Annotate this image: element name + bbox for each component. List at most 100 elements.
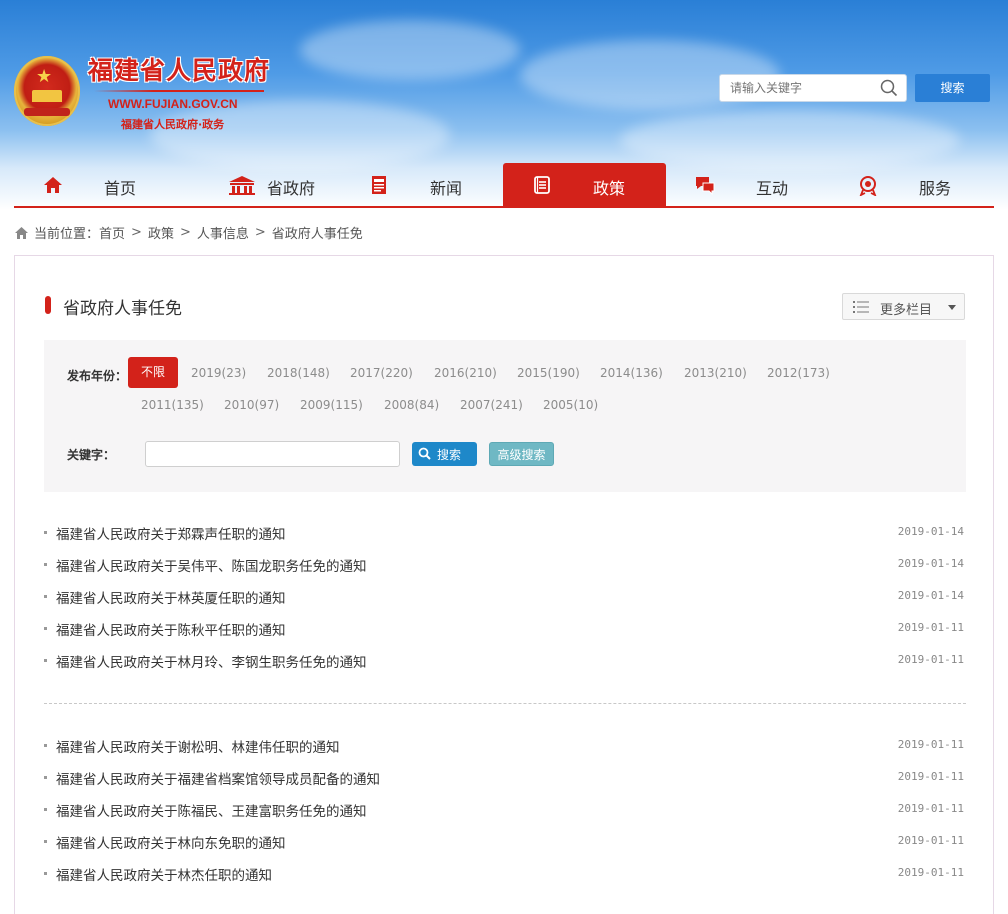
article-date: 2019-01-11 bbox=[897, 770, 964, 783]
year-chip-2018[interactable]: 2018(148) bbox=[267, 366, 330, 380]
year-chip-2007[interactable]: 2007(241) bbox=[460, 398, 523, 412]
article-title[interactable]: 福建省人民政府关于吴伟平、陈国龙职务任免的通知 bbox=[56, 555, 367, 575]
breadcrumb-separator: > bbox=[254, 225, 266, 240]
bullet-icon bbox=[44, 595, 47, 598]
year-chip-2010[interactable]: 2010(97) bbox=[224, 398, 279, 412]
breadcrumb-separator: > bbox=[179, 225, 191, 240]
year-chip-2014[interactable]: 2014(136) bbox=[600, 366, 663, 380]
year-chip-2013[interactable]: 2013(210) bbox=[684, 366, 747, 380]
list-item[interactable]: 福建省人民政府关于林英厦任职的通知 2019-01-14 bbox=[44, 581, 966, 613]
breadcrumb-prefix: 当前位置： bbox=[34, 227, 100, 242]
year-chip-2011[interactable]: 2011(135) bbox=[141, 398, 204, 412]
nav-label: 新闻 bbox=[430, 179, 463, 198]
search-icon[interactable] bbox=[880, 79, 898, 97]
year-chip-2017[interactable]: 2017(220) bbox=[350, 366, 413, 380]
article-date: 2019-01-11 bbox=[897, 653, 964, 666]
article-date: 2019-01-14 bbox=[897, 525, 964, 538]
site-search-button[interactable]: 搜索 bbox=[915, 74, 990, 102]
national-emblem-icon[interactable]: ★ bbox=[14, 56, 80, 126]
article-title[interactable]: 福建省人民政府关于林英厦任职的通知 bbox=[56, 587, 286, 607]
breadcrumb: 当前位置： 首页 > 政策 > 人事信息 > 省政府人事任免 bbox=[14, 223, 363, 242]
section-title: 省政府人事任免 bbox=[63, 299, 182, 319]
document-icon bbox=[534, 176, 550, 194]
article-title[interactable]: 福建省人民政府关于林向东免职的通知 bbox=[56, 832, 286, 852]
nav-label: 互动 bbox=[756, 179, 789, 198]
list-item[interactable]: 福建省人民政府关于福建省档案馆领导成员配备的通知 2019-01-11 bbox=[44, 762, 966, 794]
chevron-down-icon bbox=[948, 305, 956, 310]
list-item[interactable]: 福建省人民政府关于谢松明、林建伟任职的通知 2019-01-11 bbox=[44, 730, 966, 762]
article-title[interactable]: 福建省人民政府关于谢松明、林建伟任职的通知 bbox=[56, 736, 340, 756]
article-title[interactable]: 福建省人民政府关于林杰任职的通知 bbox=[56, 864, 272, 884]
site-search-input[interactable] bbox=[720, 75, 878, 101]
site-search-box bbox=[719, 74, 907, 102]
advanced-search-button[interactable]: 高级搜索 bbox=[489, 442, 554, 466]
filter-box: 发布年份： 不限 2019(23) 2018(148) 2017(220) 20… bbox=[44, 340, 966, 492]
bullet-icon bbox=[44, 808, 47, 811]
bullet-icon bbox=[44, 627, 47, 630]
article-title[interactable]: 福建省人民政府关于郑霖声任职的通知 bbox=[56, 523, 286, 543]
home-icon bbox=[15, 226, 28, 239]
bullet-icon bbox=[44, 872, 47, 875]
article-title[interactable]: 福建省人民政府关于林月玲、李钢生职务任免的通知 bbox=[56, 651, 367, 671]
bullet-icon bbox=[44, 776, 47, 779]
article-date: 2019-01-11 bbox=[897, 834, 964, 847]
article-title[interactable]: 福建省人民政府关于福建省档案馆领导成员配备的通知 bbox=[56, 768, 380, 788]
breadcrumb-item-personnel[interactable]: 人事信息 bbox=[197, 223, 249, 242]
article-title[interactable]: 福建省人民政府关于陈福民、王建富职务任免的通知 bbox=[56, 800, 367, 820]
more-columns-dropdown[interactable]: 更多栏目 bbox=[842, 293, 965, 320]
year-chip-all[interactable]: 不限 bbox=[128, 357, 178, 388]
nav-label: 政策 bbox=[593, 179, 626, 198]
home-icon bbox=[44, 177, 62, 193]
nav-label: 省政府 bbox=[267, 179, 316, 198]
section-marker bbox=[45, 296, 51, 314]
keyword-input[interactable] bbox=[145, 441, 400, 467]
list-item[interactable]: 福建省人民政府关于郑霖声任职的通知 2019-01-14 bbox=[44, 517, 966, 549]
list-item[interactable]: 福建省人民政府关于陈福民、王建富职务任免的通知 2019-01-11 bbox=[44, 794, 966, 826]
year-chip-2012[interactable]: 2012(173) bbox=[767, 366, 830, 380]
chat-bubbles-icon bbox=[696, 177, 715, 196]
year-chip-2005[interactable]: 2005(10) bbox=[543, 398, 598, 412]
year-chip-2008[interactable]: 2008(84) bbox=[384, 398, 439, 412]
breadcrumb-item-home[interactable]: 首页 bbox=[99, 223, 125, 242]
site-title[interactable]: 福建省人民政府 bbox=[88, 51, 270, 87]
nav-item-interaction[interactable]: 互动 bbox=[666, 163, 829, 207]
nav-item-policy[interactable]: 政策 bbox=[503, 163, 666, 207]
year-chip-2009[interactable]: 2009(115) bbox=[300, 398, 363, 412]
breadcrumb-item-current[interactable]: 省政府人事任免 bbox=[272, 223, 363, 242]
year-chip-2019[interactable]: 2019(23) bbox=[191, 366, 246, 380]
article-date: 2019-01-11 bbox=[897, 866, 964, 879]
newspaper-icon bbox=[372, 176, 386, 194]
list-item[interactable]: 福建省人民政府关于林杰任职的通知 2019-01-11 bbox=[44, 858, 966, 890]
keyword-label: 关键字： bbox=[67, 448, 116, 462]
bullet-icon bbox=[44, 744, 47, 747]
nav-item-government[interactable]: 省政府 bbox=[177, 163, 340, 207]
breadcrumb-item-policy[interactable]: 政策 bbox=[148, 223, 174, 242]
bullet-icon bbox=[44, 531, 47, 534]
article-date: 2019-01-14 bbox=[897, 589, 964, 602]
title-underline bbox=[94, 90, 264, 92]
filter-search-label: 搜索 bbox=[437, 448, 462, 462]
nav-item-service[interactable]: 服务 bbox=[829, 163, 992, 207]
nav-item-news[interactable]: 新闻 bbox=[340, 163, 503, 207]
year-chip-2015[interactable]: 2015(190) bbox=[517, 366, 580, 380]
list-icon bbox=[853, 301, 869, 313]
list-item[interactable]: 福建省人民政府关于林向东免职的通知 2019-01-11 bbox=[44, 826, 966, 858]
service-icon bbox=[859, 176, 877, 196]
year-chip-2016[interactable]: 2016(210) bbox=[434, 366, 497, 380]
site-url: WWW.FUJIAN.GOV.CN bbox=[108, 97, 238, 111]
filter-search-button[interactable]: 搜索 bbox=[412, 442, 477, 466]
bullet-icon bbox=[44, 840, 47, 843]
breadcrumb-separator: > bbox=[131, 225, 142, 240]
nav-item-home[interactable]: 首页 bbox=[14, 163, 177, 207]
cloud-decoration bbox=[300, 20, 520, 80]
list-item[interactable]: 福建省人民政府关于吴伟平、陈国龙职务任免的通知 2019-01-14 bbox=[44, 549, 966, 581]
list-item[interactable]: 福建省人民政府关于陈秋平任职的通知 2019-01-11 bbox=[44, 613, 966, 645]
article-date: 2019-01-14 bbox=[897, 557, 964, 570]
year-filter-label: 发布年份： bbox=[67, 369, 128, 383]
article-title[interactable]: 福建省人民政府关于陈秋平任职的通知 bbox=[56, 619, 286, 639]
article-date: 2019-01-11 bbox=[897, 621, 964, 634]
content-panel: 省政府人事任免 更多栏目 发布年份： 不限 2019(23) 2018(148)… bbox=[14, 255, 994, 914]
cloud-decoration bbox=[620, 110, 960, 170]
bullet-icon bbox=[44, 563, 47, 566]
list-item[interactable]: 福建省人民政府关于林月玲、李钢生职务任免的通知 2019-01-11 bbox=[44, 645, 966, 677]
